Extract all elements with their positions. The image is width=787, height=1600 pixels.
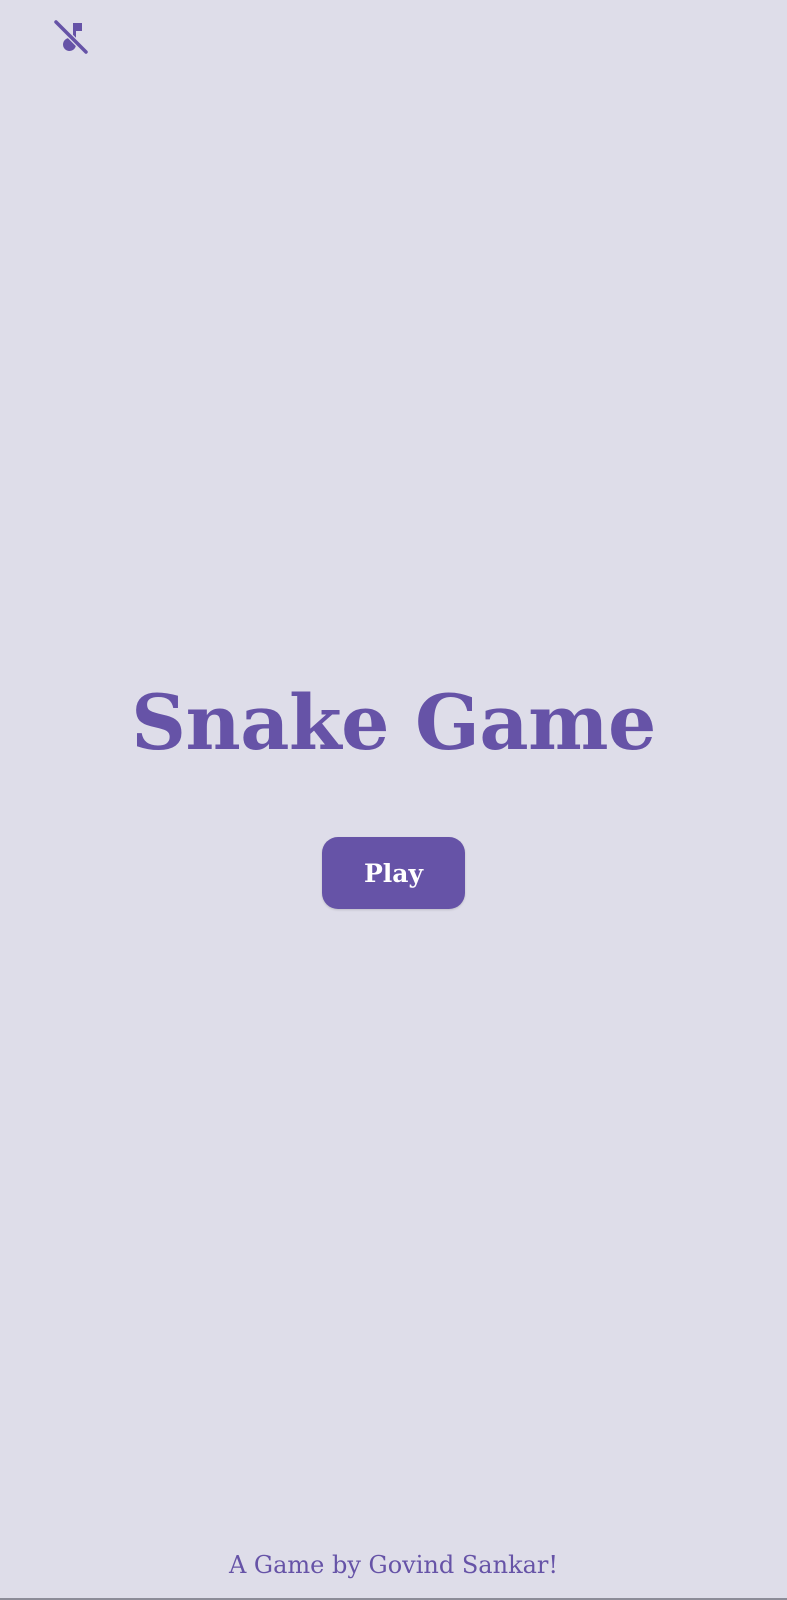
game-title: Snake Game — [131, 678, 656, 767]
credit-text: A Game by Govind Sankar! — [228, 1551, 559, 1579]
play-button[interactable]: Play — [322, 837, 465, 909]
music-off-icon — [53, 19, 89, 55]
main-menu-screen: Snake Game Play A Game by Govind Sankar! — [0, 0, 787, 1600]
music-toggle-button[interactable] — [50, 16, 92, 58]
